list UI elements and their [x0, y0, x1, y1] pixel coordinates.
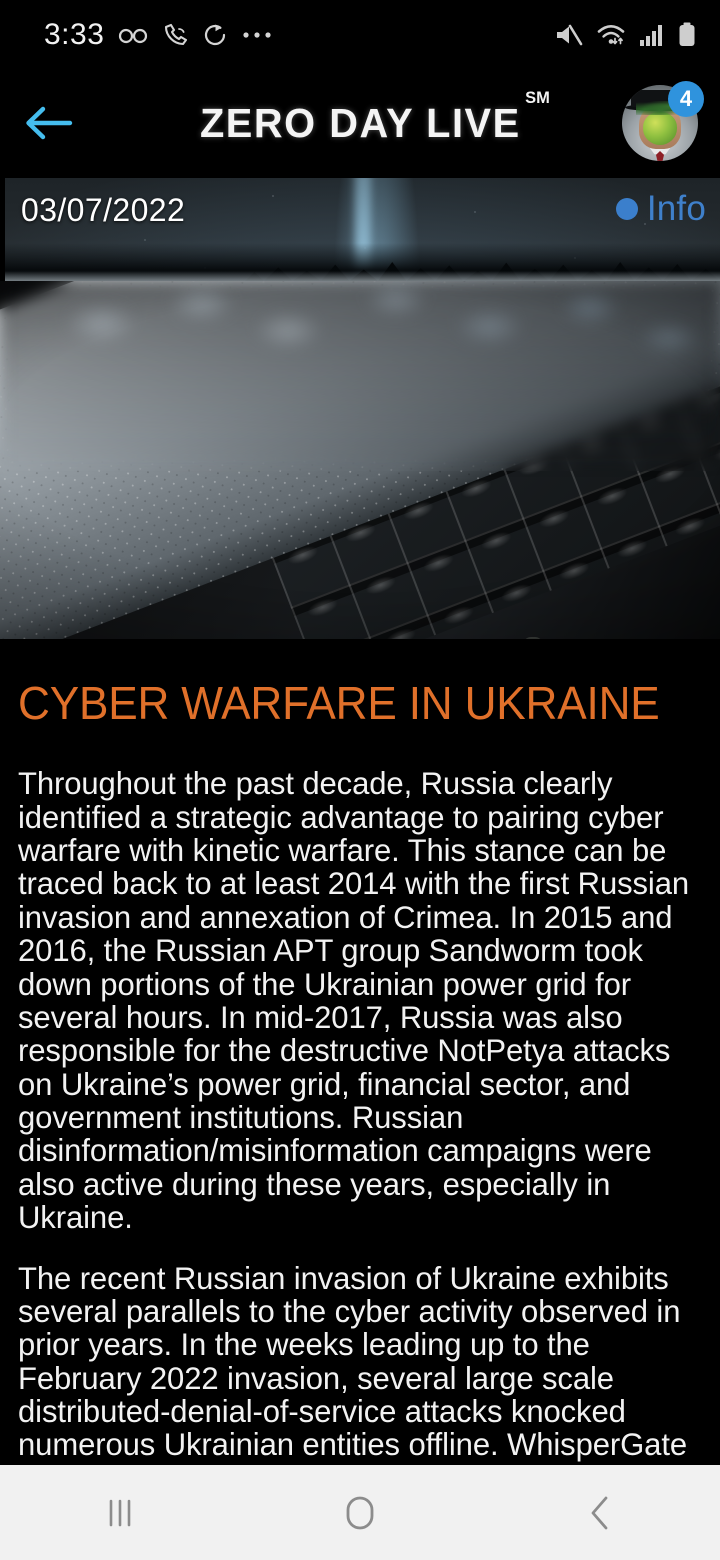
article: CYBER WARFARE IN UKRAINE Throughout the … [0, 639, 720, 1465]
more-notifications-icon [243, 32, 271, 38]
article-paragraph: Throughout the past decade, Russia clear… [18, 765, 690, 1236]
cellular-signal-icon [640, 25, 662, 46]
back-arrow-icon [26, 106, 73, 140]
home-button[interactable] [240, 1465, 480, 1560]
status-bar-left: 3:33 [44, 18, 274, 52]
phone-screen: 3:33 ZERO DAY LIVE SM 4 03/07/2022 Info … [0, 0, 720, 1560]
hero-vignette [0, 281, 720, 639]
brand-service-mark: SM [524, 87, 550, 107]
status-bar-right [553, 22, 696, 48]
article-body: Throughout the past decade, Russia clear… [18, 767, 702, 1465]
banner-snow [5, 271, 720, 281]
nav-back-icon [591, 1496, 608, 1529]
info-label: Info [646, 189, 706, 228]
article-paragraph: The recent Russian invasion of Ukraine e… [18, 1259, 688, 1465]
page-title: CYBER WARFARE IN UKRAINE [18, 677, 660, 729]
date-info-banner[interactable]: 03/07/2022 Info [5, 178, 720, 281]
voicemail-icon [119, 28, 148, 44]
wifi-icon [597, 24, 625, 45]
recents-icon [109, 1499, 131, 1526]
brand-title-text: ZERO DAY LIVE [199, 99, 521, 146]
info-dot-icon [615, 198, 638, 220]
home-icon [346, 1496, 374, 1529]
status-bar: 3:33 [0, 0, 720, 70]
back-button[interactable] [0, 70, 96, 176]
brand-title-wrap: ZERO DAY LIVE SM [0, 70, 720, 176]
wifi-calling-icon [165, 23, 188, 46]
app-bar: ZERO DAY LIVE SM 4 [0, 70, 720, 176]
notification-badge[interactable]: 4 [668, 81, 704, 117]
avatar-apple [643, 112, 677, 145]
mute-icon [557, 24, 583, 46]
battery-icon [679, 22, 695, 46]
article-date: 03/07/2022 [21, 192, 186, 228]
recents-button[interactable] [0, 1465, 240, 1560]
system-navigation-bar [0, 1465, 720, 1560]
brand-title: ZERO DAY LIVE SM [199, 89, 550, 146]
avatar-button[interactable]: 4 [622, 81, 704, 161]
alarm-icon [205, 24, 226, 46]
status-bar-clock: 3:33 [44, 18, 105, 51]
article-scroll-area[interactable]: 03/07/2022 Info CYBER WARFARE IN UKRAINE… [0, 176, 720, 1465]
nav-back-button[interactable] [480, 1465, 720, 1560]
hero-image[interactable] [0, 281, 720, 639]
info-button[interactable]: Info [615, 189, 706, 229]
